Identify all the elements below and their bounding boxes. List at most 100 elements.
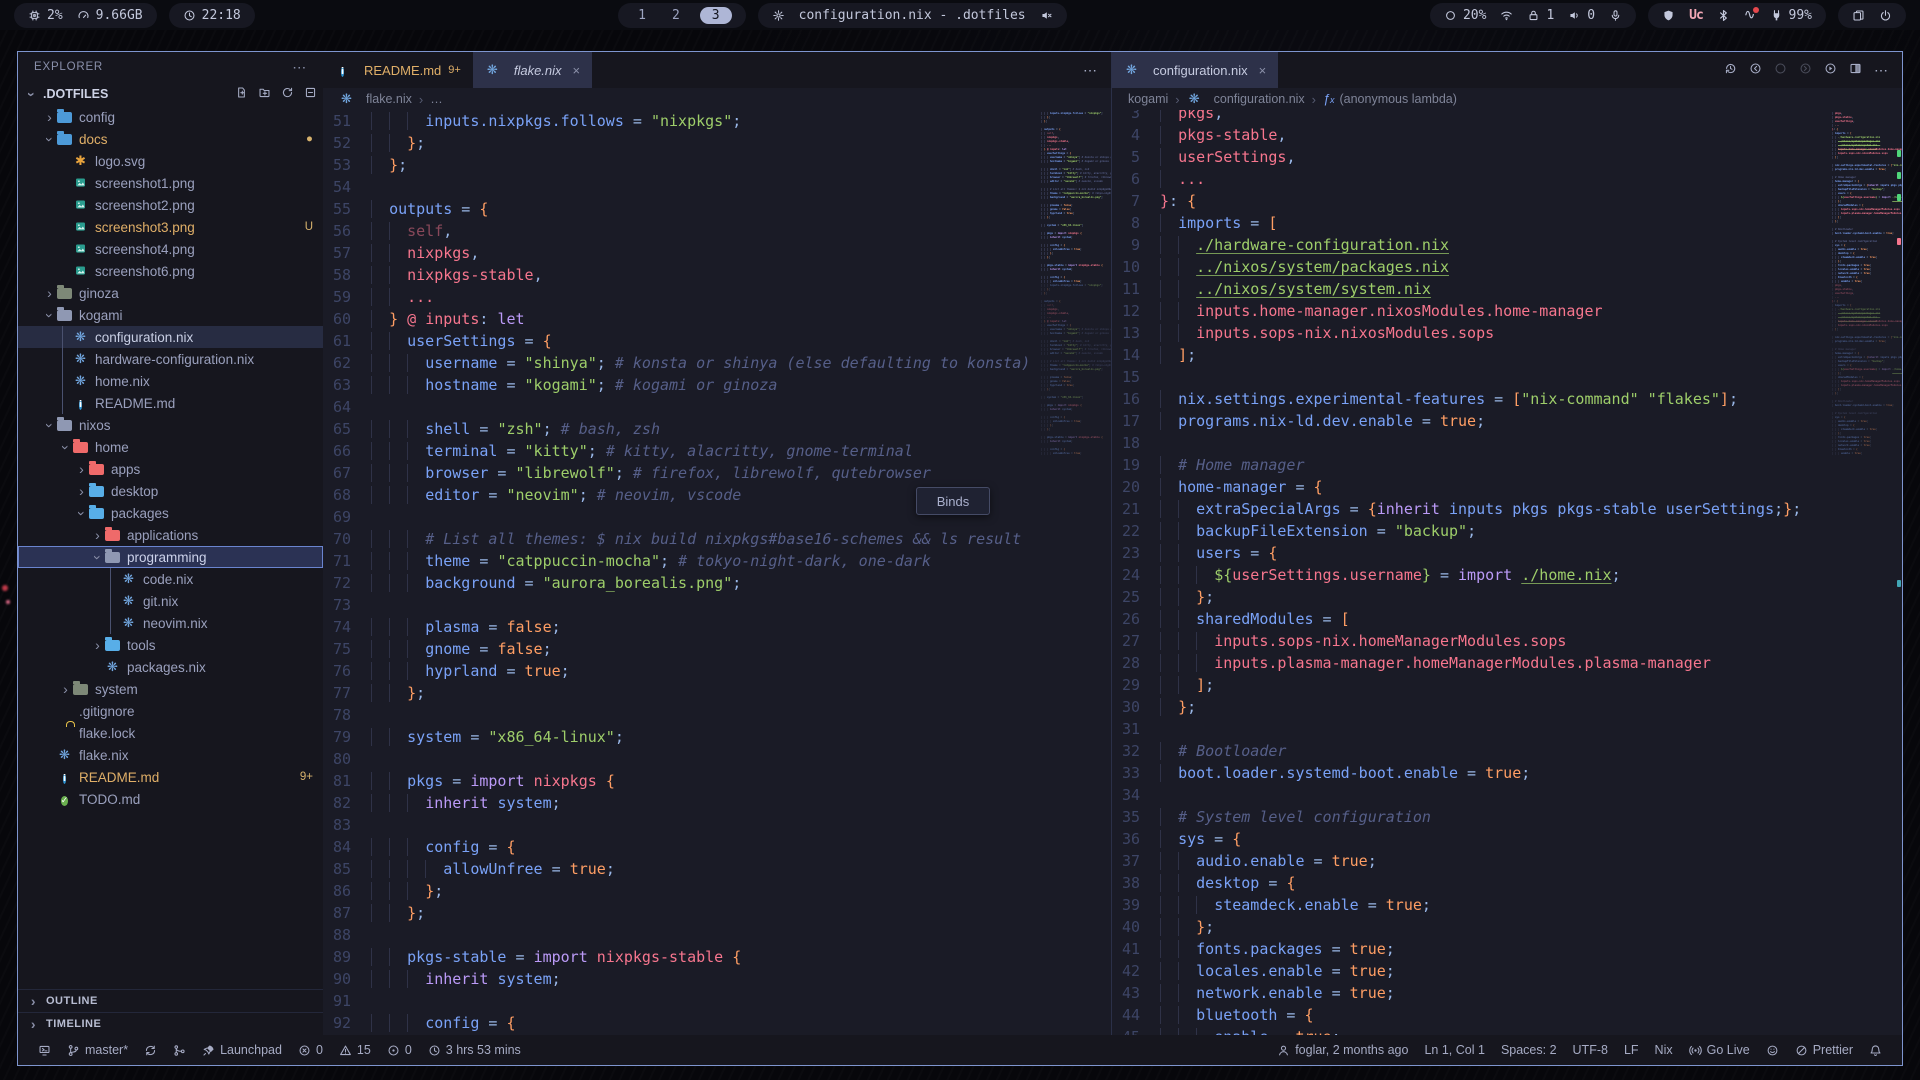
new-file-icon[interactable] xyxy=(235,86,248,102)
statusbar-item[interactable] xyxy=(136,1044,165,1057)
tree-item-home[interactable]: ›home xyxy=(18,436,323,458)
code-editor-configuration[interactable]: 3 pkgs,4 pkgs-stable,5 userSettings,6 ..… xyxy=(1112,110,1832,1035)
statusbar-item-nix[interactable]: Nix xyxy=(1647,1043,1681,1057)
tree-item-tools[interactable]: ›tools xyxy=(18,634,323,656)
code-line[interactable]: 85 allowUnfree = true; xyxy=(323,858,1041,880)
statusbar-item-utf-8[interactable]: UTF-8 xyxy=(1565,1043,1616,1057)
code-line[interactable]: 71 theme = "catppuccin-mocha"; # tokyo-n… xyxy=(323,550,1041,572)
statusbar-item-lf[interactable]: LF xyxy=(1616,1043,1647,1057)
tree-item-ginoza[interactable]: ›ginoza xyxy=(18,282,323,304)
split-icon[interactable] xyxy=(1849,62,1862,78)
code-line[interactable]: 88 xyxy=(323,924,1041,946)
statusbar-item-15[interactable]: 15 xyxy=(331,1043,379,1057)
tree-item-packages.nix[interactable]: ❋packages.nix xyxy=(18,656,323,678)
tree-item-config[interactable]: ›config xyxy=(18,106,323,128)
topbar-pill-right-0[interactable]: 20%10 xyxy=(1430,3,1636,28)
tree-item-logo.svg[interactable]: ✱logo.svg xyxy=(18,150,323,172)
code-line[interactable]: 43 network.enable = true; xyxy=(1112,982,1832,1004)
code-line[interactable]: 9 ./hardware-configuration.nix xyxy=(1112,234,1832,256)
tree-item-nixos[interactable]: ›nixos xyxy=(18,414,323,436)
code-line[interactable]: 67 browser = "librewolf"; # firefox, lib… xyxy=(323,462,1041,484)
code-line[interactable]: 77 }; xyxy=(323,682,1041,704)
statusbar-item[interactable] xyxy=(1861,1044,1890,1057)
code-editor-flake[interactable]: 51 inputs.nixpkgs.follows = "nixpkgs";52… xyxy=(323,110,1041,1035)
code-line[interactable]: 76 hyprland = true; xyxy=(323,660,1041,682)
tree-item-screenshot6.png[interactable]: screenshot6.png xyxy=(18,260,323,282)
tree-item-applications[interactable]: ›applications xyxy=(18,524,323,546)
code-line[interactable]: 79 system = "x86_64-linux"; xyxy=(323,726,1041,748)
workspace-3[interactable]: 3 xyxy=(700,7,732,24)
code-line[interactable]: 61 userSettings = { xyxy=(323,330,1041,352)
code-line[interactable]: 82 inherit system; xyxy=(323,792,1041,814)
code-line[interactable]: 31 xyxy=(1112,718,1832,740)
statusbar-item-go-live[interactable]: Go Live xyxy=(1681,1043,1758,1057)
tree-item-flake.nix[interactable]: ❋flake.nix xyxy=(18,744,323,766)
tree-item-screenshot1.png[interactable]: screenshot1.png xyxy=(18,172,323,194)
tree-item-README.md[interactable]: iREADME.md9+ xyxy=(18,766,323,788)
code-line[interactable]: 16 nix.settings.experimental-features = … xyxy=(1112,388,1832,410)
code-line[interactable]: 81 pkgs = import nixpkgs { xyxy=(323,770,1041,792)
run-icon[interactable] xyxy=(1824,62,1837,78)
code-line[interactable]: 92 config = { xyxy=(323,1012,1041,1034)
code-line[interactable]: 10 ../nixos/system/packages.nix xyxy=(1112,256,1832,278)
breadcrumb-item[interactable]: ❋flake.nix xyxy=(339,92,412,106)
code-line[interactable]: 66 terminal = "kitty"; # kitty, alacritt… xyxy=(323,440,1041,462)
tree-item-apps[interactable]: ›apps xyxy=(18,458,323,480)
tree-item-packages[interactable]: ›packages xyxy=(18,502,323,524)
code-line[interactable]: 56 self, xyxy=(323,220,1041,242)
tab-README.md[interactable]: iREADME.md9+ xyxy=(323,52,473,88)
tab-flake.nix[interactable]: ❋flake.nix× xyxy=(473,52,592,88)
code-line[interactable]: 6 ... xyxy=(1112,168,1832,190)
tree-item-screenshot3.png[interactable]: screenshot3.pngU xyxy=(18,216,323,238)
close-icon[interactable]: × xyxy=(573,63,581,78)
code-line[interactable]: 21 extraSpecialArgs = {inherit inputs pk… xyxy=(1112,498,1832,520)
code-line[interactable]: 42 locales.enable = true; xyxy=(1112,960,1832,982)
tree-item-git.nix[interactable]: ❋git.nix xyxy=(18,590,323,612)
code-line[interactable]: 27 inputs.sops-nix.homeManagerModules.so… xyxy=(1112,630,1832,652)
timeline-section[interactable]: › TIMELINE xyxy=(18,1012,323,1035)
code-line[interactable]: 20 home-manager = { xyxy=(1112,476,1832,498)
topbar-pill-right-2[interactable] xyxy=(1838,3,1906,28)
code-line[interactable]: 44 bluetooth = { xyxy=(1112,1004,1832,1026)
code-line[interactable]: 80 xyxy=(323,748,1041,770)
code-line[interactable]: 39 steamdeck.enable = true; xyxy=(1112,894,1832,916)
code-line[interactable]: 58 nixpkgs-stable, xyxy=(323,264,1041,286)
tab-configuration.nix[interactable]: ❋configuration.nix× xyxy=(1112,52,1278,88)
explorer-more-icon[interactable]: ⋯ xyxy=(292,61,307,74)
statusbar-item-master-[interactable]: master* xyxy=(59,1043,136,1057)
code-line[interactable]: 54 xyxy=(323,176,1041,198)
code-line[interactable]: 75 gnome = false; xyxy=(323,638,1041,660)
code-line[interactable]: 34 xyxy=(1112,784,1832,806)
tree-item-neovim.nix[interactable]: ❋neovim.nix xyxy=(18,612,323,634)
code-line[interactable]: 26 sharedModules = [ xyxy=(1112,608,1832,630)
tree-item-docs[interactable]: ›docs● xyxy=(18,128,323,150)
code-line[interactable]: 90 inherit system; xyxy=(323,968,1041,990)
code-line[interactable]: 52 }; xyxy=(323,132,1041,154)
code-line[interactable]: 3 pkgs, xyxy=(1112,110,1832,124)
tree-item-desktop[interactable]: ›desktop xyxy=(18,480,323,502)
code-line[interactable]: 8 imports = [ xyxy=(1112,212,1832,234)
code-line[interactable]: 83 xyxy=(323,814,1041,836)
code-line[interactable]: 29 ]; xyxy=(1112,674,1832,696)
code-line[interactable]: 45 enable = true; xyxy=(1112,1026,1832,1035)
statusbar-item-3-hrs-53-mins[interactable]: 3 hrs 53 mins xyxy=(420,1043,529,1057)
code-line[interactable]: 19 # Home manager xyxy=(1112,454,1832,476)
tree-item-system[interactable]: ›system xyxy=(18,678,323,700)
code-line[interactable]: 87 }; xyxy=(323,902,1041,924)
code-line[interactable]: 60 } @ inputs: let xyxy=(323,308,1041,330)
statusbar-item[interactable] xyxy=(30,1044,59,1057)
minimap-right[interactable]: pkgs, pkgs-stable, userSettings, ...}: {… xyxy=(1832,110,1902,1035)
code-line[interactable]: 14 ]; xyxy=(1112,344,1832,366)
tree-item-programming[interactable]: ›programming xyxy=(18,546,323,568)
code-line[interactable]: 37 audio.enable = true; xyxy=(1112,850,1832,872)
tree-item-flake.lock[interactable]: flake.lock xyxy=(18,722,323,744)
refresh-icon[interactable] xyxy=(281,86,294,102)
breadcrumb-item[interactable]: ƒx(anonymous lambda) xyxy=(1323,92,1457,106)
tree-item-.gitignore[interactable]: .gitignore xyxy=(18,700,323,722)
code-line[interactable]: 28 inputs.plasma-manager.homeManagerModu… xyxy=(1112,652,1832,674)
code-line[interactable]: 38 desktop = { xyxy=(1112,872,1832,894)
code-line[interactable]: 7}: { xyxy=(1112,190,1832,212)
code-line[interactable]: 63 hostname = "kogami"; # kogami or gino… xyxy=(323,374,1041,396)
code-line[interactable]: 65 shell = "zsh"; # bash, zsh xyxy=(323,418,1041,440)
tree-item-kogami[interactable]: ›kogami xyxy=(18,304,323,326)
